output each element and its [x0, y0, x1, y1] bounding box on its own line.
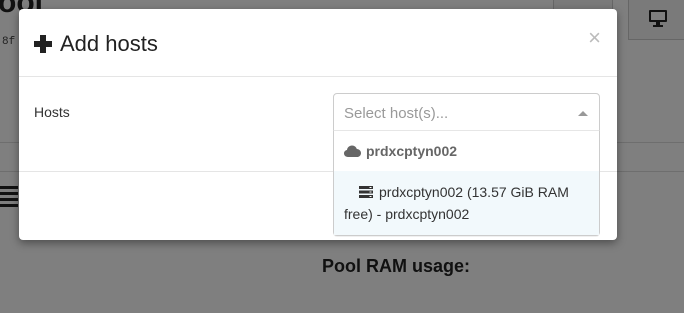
modal-header: Add hosts ×	[19, 9, 617, 77]
plus-icon	[34, 35, 52, 53]
add-hosts-modal: Add hosts × Hosts Select host(s)... prdx…	[19, 9, 617, 240]
modal-title-text: Add hosts	[60, 31, 158, 56]
close-button[interactable]: ×	[588, 27, 601, 49]
page: ool 8f Pool RAM usage: Add hosts ×	[0, 0, 684, 313]
modal-title: Add hosts	[34, 31, 158, 57]
hosts-select[interactable]: Select host(s)...	[333, 93, 600, 131]
host-option-label: prdxcptyn002 (13.57 GiB RAM free) - prdx…	[344, 184, 569, 222]
option-group-label: prdxcptyn002	[366, 143, 458, 159]
hosts-label: Hosts	[34, 104, 70, 120]
server-icon	[359, 186, 373, 198]
hosts-dropdown-menu: prdxcptyn002 prdxcptyn002 (13.57 GiB RAM…	[333, 130, 600, 236]
option-group-header: prdxcptyn002	[334, 131, 599, 171]
chevron-up-icon[interactable]	[578, 111, 588, 116]
select-placeholder: Select host(s)...	[344, 105, 449, 122]
cloud-icon	[344, 145, 361, 157]
host-option[interactable]: prdxcptyn002 (13.57 GiB RAM free) - prdx…	[334, 171, 599, 235]
modal-body: Hosts Select host(s)... prdxcptyn002 prd…	[19, 77, 617, 236]
